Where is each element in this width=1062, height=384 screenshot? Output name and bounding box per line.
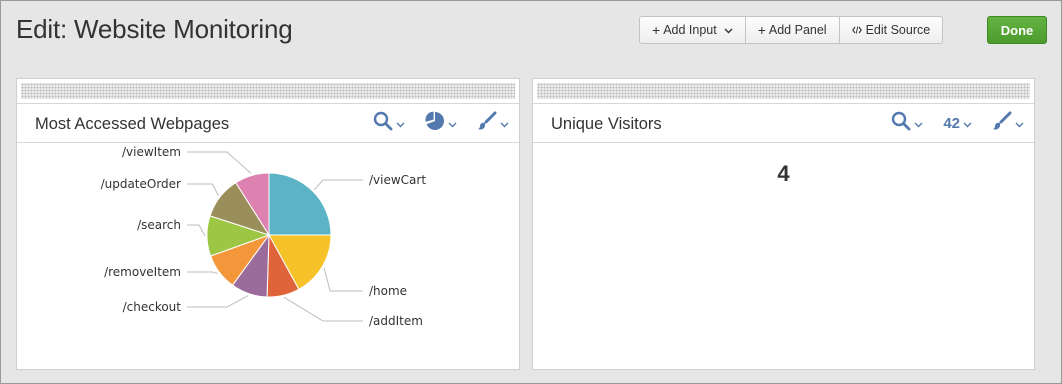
search-menu-button[interactable] [891, 111, 923, 136]
add-input-button[interactable]: + Add Input [640, 17, 746, 43]
single-value: 4 [777, 161, 790, 186]
chevron-down-icon [500, 115, 509, 133]
pie-leader-line [313, 179, 363, 191]
pie-slice-label: /checkout [123, 300, 182, 314]
panel-most-accessed-webpages: Most Accessed Webpages /viewCart /home /… [16, 78, 520, 370]
panel-header: Unique Visitors 42 [533, 103, 1034, 143]
code-icon [851, 23, 862, 37]
page-title: Edit: Website Monitoring [16, 14, 293, 44]
panel-unique-visitors: Unique Visitors 42 4 [532, 78, 1035, 370]
format-menu-button[interactable] [992, 111, 1024, 136]
chevron-down-icon [1015, 115, 1024, 133]
pie-leader-line [283, 296, 363, 322]
pie-leader-line [323, 267, 363, 292]
panel-title: Most Accessed Webpages [35, 115, 230, 133]
pie-leader-line [187, 151, 252, 174]
dashboard-toolbar: + Add Input + Add Panel Edit Source [639, 16, 944, 44]
panel-drag-handle[interactable] [537, 83, 1030, 99]
pie-slice-label: /removeItem [104, 265, 181, 279]
panel-tools [361, 111, 509, 136]
pie-chart-icon [425, 111, 445, 136]
pie-slice-label: /addItem [369, 314, 423, 328]
pie-slice-label: /viewCart [369, 173, 426, 187]
pie-slice-label: /viewItem [122, 145, 181, 159]
chevron-down-icon [396, 115, 405, 133]
add-panel-button[interactable]: + Add Panel [746, 17, 840, 43]
chevron-down-icon [724, 23, 733, 37]
paintbrush-icon [992, 111, 1012, 136]
panel-drag-handle[interactable] [21, 83, 515, 99]
add-panel-label: Add Panel [768, 23, 827, 37]
pie-slice[interactable] [268, 172, 332, 236]
edit-source-button[interactable]: Edit Source [840, 17, 943, 43]
panel-header: Most Accessed Webpages [17, 103, 519, 143]
chevron-down-icon [448, 115, 457, 133]
pie-leader-line [187, 224, 206, 237]
pie-leader-line [187, 295, 249, 308]
search-icon [891, 111, 911, 136]
search-icon [373, 111, 393, 136]
pie-slice-label: /search [137, 218, 181, 232]
single-value-icon: 42 [943, 115, 960, 132]
pie-chart: /viewCart/home/addItem/checkout/removeIt… [101, 145, 427, 328]
done-button[interactable]: Done [987, 16, 1047, 44]
pie-leader-line [187, 183, 219, 197]
paintbrush-icon [477, 111, 497, 136]
pie-slice-label: /home [369, 284, 407, 298]
plus-icon: + [757, 22, 766, 38]
pie-leader-line [187, 271, 218, 274]
visualization-menu-button[interactable]: 42 [943, 115, 972, 133]
chevron-down-icon [963, 115, 972, 133]
pie-slice-label: /updateOrder [101, 177, 181, 191]
format-menu-button[interactable] [477, 111, 509, 136]
visualization-menu-button[interactable] [425, 111, 457, 136]
pie-chart-area: /viewCart/home/addItem/checkout/removeIt… [17, 143, 519, 369]
panel-title: Unique Visitors [551, 115, 662, 133]
plus-icon: + [652, 22, 661, 38]
edit-source-label: Edit Source [865, 23, 931, 37]
panel-tools: 42 [879, 111, 1024, 136]
add-input-label: Add Input [663, 23, 717, 37]
chevron-down-icon [914, 115, 923, 133]
search-menu-button[interactable] [373, 111, 405, 136]
